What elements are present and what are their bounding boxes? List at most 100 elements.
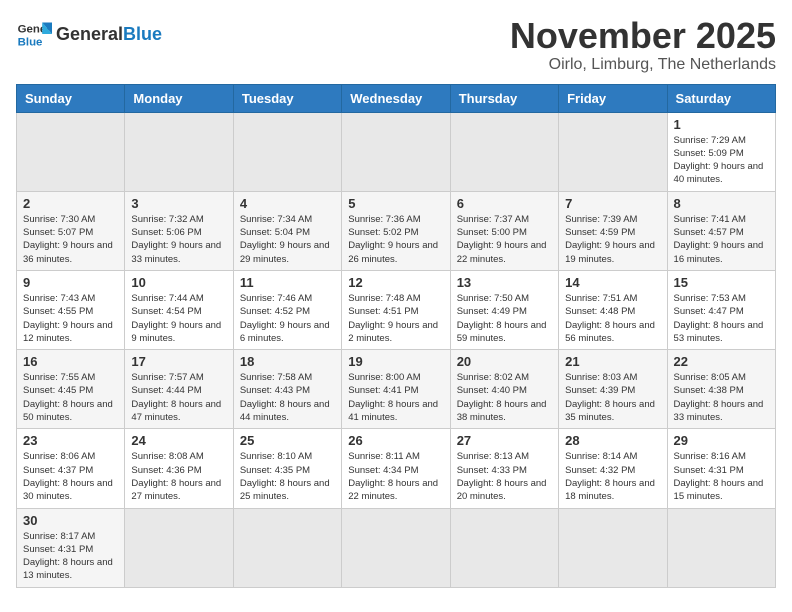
day-info: Sunrise: 8:11 AM Sunset: 4:34 PM Dayligh…	[348, 450, 443, 503]
day-number: 17	[131, 354, 226, 369]
location-title: Oirlo, Limburg, The Netherlands	[510, 56, 776, 74]
calendar-cell	[233, 508, 341, 587]
day-info: Sunrise: 7:37 AM Sunset: 5:00 PM Dayligh…	[457, 213, 552, 266]
calendar-cell: 15 Sunrise: 7:53 AM Sunset: 4:47 PM Dayli…	[667, 270, 775, 349]
day-info: Sunrise: 7:29 AM Sunset: 5:09 PM Dayligh…	[674, 134, 769, 187]
day-info: Sunrise: 7:50 AM Sunset: 4:49 PM Dayligh…	[457, 292, 552, 345]
day-info: Sunrise: 7:43 AM Sunset: 4:55 PM Dayligh…	[23, 292, 118, 345]
day-number: 22	[674, 354, 769, 369]
day-number: 30	[23, 513, 118, 528]
calendar-cell: 14 Sunrise: 7:51 AM Sunset: 4:48 PM Dayli…	[559, 270, 667, 349]
day-info: Sunrise: 7:34 AM Sunset: 5:04 PM Dayligh…	[240, 213, 335, 266]
calendar-cell: 29Sunrise: 8:16 AM Sunset: 4:31 PM Dayli…	[667, 429, 775, 508]
day-info: Sunrise: 7:30 AM Sunset: 5:07 PM Dayligh…	[23, 213, 118, 266]
calendar-cell	[450, 508, 558, 587]
calendar-cell: 21 Sunrise: 8:03 AM Sunset: 4:39 PM Dayli…	[559, 350, 667, 429]
day-info: Sunrise: 8:06 AM Sunset: 4:37 PM Dayligh…	[23, 450, 118, 503]
day-number: 13	[457, 275, 552, 290]
calendar-cell: 17Sunrise: 7:57 AM Sunset: 4:44 PM Dayli…	[125, 350, 233, 429]
calendar-cell: 19 Sunrise: 8:00 AM Sunset: 4:41 PM Dayli…	[342, 350, 450, 429]
day-info: Sunrise: 8:02 AM Sunset: 4:40 PM Dayligh…	[457, 371, 552, 424]
day-number: 5	[348, 196, 443, 211]
weekday-header-monday: Monday	[125, 84, 233, 112]
calendar-week-5: 23 Sunrise: 8:06 AM Sunset: 4:37 PM Dayli…	[17, 429, 776, 508]
day-number: 9	[23, 275, 118, 290]
day-info: Sunrise: 8:03 AM Sunset: 4:39 PM Dayligh…	[565, 371, 660, 424]
day-number: 14	[565, 275, 660, 290]
generalblue-logo-icon: General Blue	[16, 16, 52, 52]
page-header: General Blue GeneralBlue November 2025 O…	[16, 16, 776, 74]
weekday-header-row: SundayMondayTuesdayWednesdayThursdayFrid…	[17, 84, 776, 112]
day-info: Sunrise: 8:10 AM Sunset: 4:35 PM Dayligh…	[240, 450, 335, 503]
calendar-cell: 5 Sunrise: 7:36 AM Sunset: 5:02 PM Daylig…	[342, 191, 450, 270]
day-info: Sunrise: 8:13 AM Sunset: 4:33 PM Dayligh…	[457, 450, 552, 503]
day-number: 7	[565, 196, 660, 211]
day-info: Sunrise: 7:53 AM Sunset: 4:47 PM Dayligh…	[674, 292, 769, 345]
day-number: 10	[131, 275, 226, 290]
day-info: Sunrise: 8:05 AM Sunset: 4:38 PM Dayligh…	[674, 371, 769, 424]
calendar-cell	[125, 508, 233, 587]
weekday-header-sunday: Sunday	[17, 84, 125, 112]
day-number: 21	[565, 354, 660, 369]
day-number: 26	[348, 433, 443, 448]
weekday-header-wednesday: Wednesday	[342, 84, 450, 112]
day-info: Sunrise: 8:00 AM Sunset: 4:41 PM Dayligh…	[348, 371, 443, 424]
calendar-cell: 25Sunrise: 8:10 AM Sunset: 4:35 PM Dayli…	[233, 429, 341, 508]
day-number: 24	[131, 433, 226, 448]
weekday-header-saturday: Saturday	[667, 84, 775, 112]
calendar-cell: 12 Sunrise: 7:48 AM Sunset: 4:51 PM Dayli…	[342, 270, 450, 349]
day-number: 2	[23, 196, 118, 211]
weekday-header-thursday: Thursday	[450, 84, 558, 112]
calendar-week-4: 16 Sunrise: 7:55 AM Sunset: 4:45 PM Dayli…	[17, 350, 776, 429]
day-number: 1	[674, 117, 769, 132]
day-info: Sunrise: 7:51 AM Sunset: 4:48 PM Dayligh…	[565, 292, 660, 345]
day-number: 16	[23, 354, 118, 369]
logo-blue: Blue	[123, 24, 162, 44]
calendar-week-6: 30Sunrise: 8:17 AM Sunset: 4:31 PM Dayli…	[17, 508, 776, 587]
logo: General Blue GeneralBlue	[16, 16, 162, 52]
calendar-cell: 2 Sunrise: 7:30 AM Sunset: 5:07 PM Daylig…	[17, 191, 125, 270]
day-number: 8	[674, 196, 769, 211]
calendar-cell	[342, 508, 450, 587]
svg-text:Blue: Blue	[18, 36, 43, 48]
title-area: November 2025 Oirlo, Limburg, The Nether…	[510, 16, 776, 74]
calendar-cell	[559, 508, 667, 587]
day-info: Sunrise: 7:55 AM Sunset: 4:45 PM Dayligh…	[23, 371, 118, 424]
day-info: Sunrise: 7:36 AM Sunset: 5:02 PM Dayligh…	[348, 213, 443, 266]
day-number: 3	[131, 196, 226, 211]
calendar-cell: 22 Sunrise: 8:05 AM Sunset: 4:38 PM Dayli…	[667, 350, 775, 429]
calendar-table: SundayMondayTuesdayWednesdayThursdayFrid…	[16, 84, 776, 588]
calendar-cell: 13 Sunrise: 7:50 AM Sunset: 4:49 PM Dayli…	[450, 270, 558, 349]
calendar-week-1: 1 Sunrise: 7:29 AM Sunset: 5:09 PM Daylig…	[17, 112, 776, 191]
day-number: 11	[240, 275, 335, 290]
day-info: Sunrise: 8:14 AM Sunset: 4:32 PM Dayligh…	[565, 450, 660, 503]
day-info: Sunrise: 7:32 AM Sunset: 5:06 PM Dayligh…	[131, 213, 226, 266]
calendar-cell	[17, 112, 125, 191]
day-number: 19	[348, 354, 443, 369]
day-info: Sunrise: 7:48 AM Sunset: 4:51 PM Dayligh…	[348, 292, 443, 345]
calendar-cell	[342, 112, 450, 191]
calendar-cell: 3 Sunrise: 7:32 AM Sunset: 5:06 PM Daylig…	[125, 191, 233, 270]
calendar-cell: 23 Sunrise: 8:06 AM Sunset: 4:37 PM Dayli…	[17, 429, 125, 508]
day-info: Sunrise: 8:08 AM Sunset: 4:36 PM Dayligh…	[131, 450, 226, 503]
day-number: 12	[348, 275, 443, 290]
calendar-cell: 20Sunrise: 8:02 AM Sunset: 4:40 PM Dayli…	[450, 350, 558, 429]
calendar-week-2: 2 Sunrise: 7:30 AM Sunset: 5:07 PM Daylig…	[17, 191, 776, 270]
logo-general: General	[56, 24, 123, 44]
calendar-cell: 6Sunrise: 7:37 AM Sunset: 5:00 PM Daylig…	[450, 191, 558, 270]
calendar-cell: 24 Sunrise: 8:08 AM Sunset: 4:36 PM Dayli…	[125, 429, 233, 508]
calendar-cell: 27Sunrise: 8:13 AM Sunset: 4:33 PM Dayli…	[450, 429, 558, 508]
calendar-cell: 30Sunrise: 8:17 AM Sunset: 4:31 PM Dayli…	[17, 508, 125, 587]
month-title: November 2025	[510, 16, 776, 56]
calendar-cell: 28Sunrise: 8:14 AM Sunset: 4:32 PM Dayli…	[559, 429, 667, 508]
day-info: Sunrise: 7:41 AM Sunset: 4:57 PM Dayligh…	[674, 213, 769, 266]
weekday-header-tuesday: Tuesday	[233, 84, 341, 112]
day-number: 15	[674, 275, 769, 290]
day-info: Sunrise: 7:44 AM Sunset: 4:54 PM Dayligh…	[131, 292, 226, 345]
calendar-cell: 9 Sunrise: 7:43 AM Sunset: 4:55 PM Daylig…	[17, 270, 125, 349]
calendar-cell: 18Sunrise: 7:58 AM Sunset: 4:43 PM Dayli…	[233, 350, 341, 429]
weekday-header-friday: Friday	[559, 84, 667, 112]
calendar-week-3: 9 Sunrise: 7:43 AM Sunset: 4:55 PM Daylig…	[17, 270, 776, 349]
calendar-cell: 8 Sunrise: 7:41 AM Sunset: 4:57 PM Daylig…	[667, 191, 775, 270]
day-number: 23	[23, 433, 118, 448]
